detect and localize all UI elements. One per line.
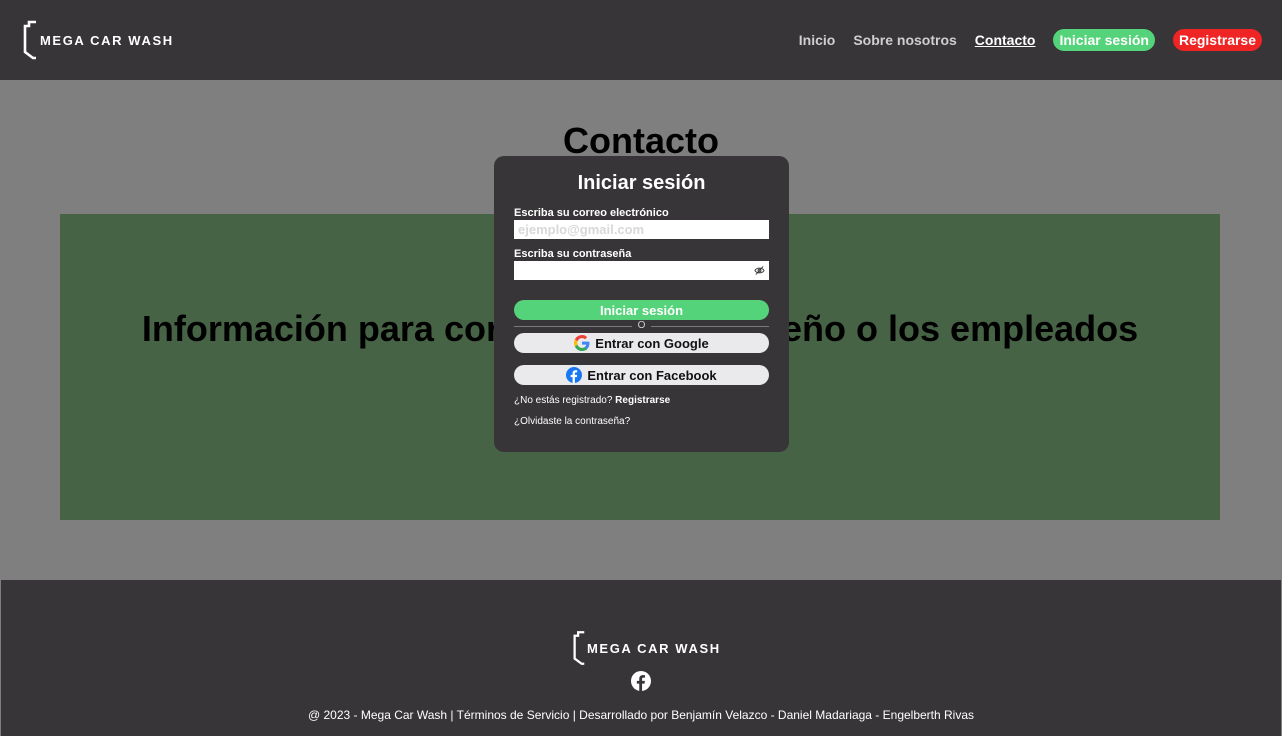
login-modal: Iniciar sesión Escriba su correo electró… (494, 156, 789, 452)
nav-item-contacto[interactable]: Contacto (975, 32, 1036, 48)
google-icon (574, 335, 590, 351)
register-prompt: ¿No estás registrado? Registrarse (514, 395, 769, 406)
car-wash-logo-icon (23, 20, 36, 60)
facebook-icon[interactable] (631, 671, 651, 691)
google-login-button[interactable]: Entrar con Google (514, 333, 769, 353)
email-label: Escriba su correo electrónico (514, 207, 669, 219)
nav-item-sobre-nosotros[interactable]: Sobre nosotros (853, 32, 956, 48)
divider: O (514, 320, 769, 331)
main-nav: Inicio Sobre nosotros Contacto Iniciar s… (799, 29, 1262, 51)
footer-logo[interactable]: MEGA CAR WASH (572, 628, 721, 668)
site-header: MEGA CAR WASH Inicio Sobre nosotros Cont… (0, 0, 1282, 80)
google-button-label: Entrar con Google (595, 335, 709, 351)
footer-brand-name: MEGA CAR WASH (587, 640, 721, 656)
footer-copyright: @ 2023 - Mega Car Wash | Términos de Ser… (307, 708, 975, 722)
car-wash-logo-icon (573, 631, 585, 665)
forgot-password-link[interactable]: ¿Olvidaste la contraseña? (514, 416, 769, 427)
divider-line-right (651, 326, 769, 327)
facebook-button-label: Entrar con Facebook (587, 367, 717, 383)
not-registered-text: ¿No estás registrado? (514, 395, 613, 406)
email-input[interactable] (514, 220, 769, 239)
submit-login-button[interactable]: Iniciar sesión (514, 300, 769, 320)
register-button[interactable]: Registrarse (1172, 29, 1262, 51)
brand-logo[interactable]: MEGA CAR WASH (22, 19, 174, 61)
eye-off-icon[interactable] (754, 265, 765, 276)
site-footer: MEGA CAR WASH @ 2023 - Mega Car Wash | T… (1, 580, 1281, 736)
modal-title: Iniciar sesión (577, 172, 706, 194)
facebook-login-button[interactable]: Entrar con Facebook (514, 365, 769, 385)
facebook-icon (566, 367, 583, 383)
register-link[interactable]: Registrarse (615, 395, 670, 406)
login-button[interactable]: Iniciar sesión (1053, 29, 1155, 51)
password-label: Escriba su contraseña (514, 248, 632, 260)
password-input[interactable] (514, 261, 769, 280)
nav-item-inicio[interactable]: Inicio (799, 32, 836, 48)
password-field-wrapper (514, 261, 769, 280)
brand-name: MEGA CAR WASH (40, 32, 174, 48)
